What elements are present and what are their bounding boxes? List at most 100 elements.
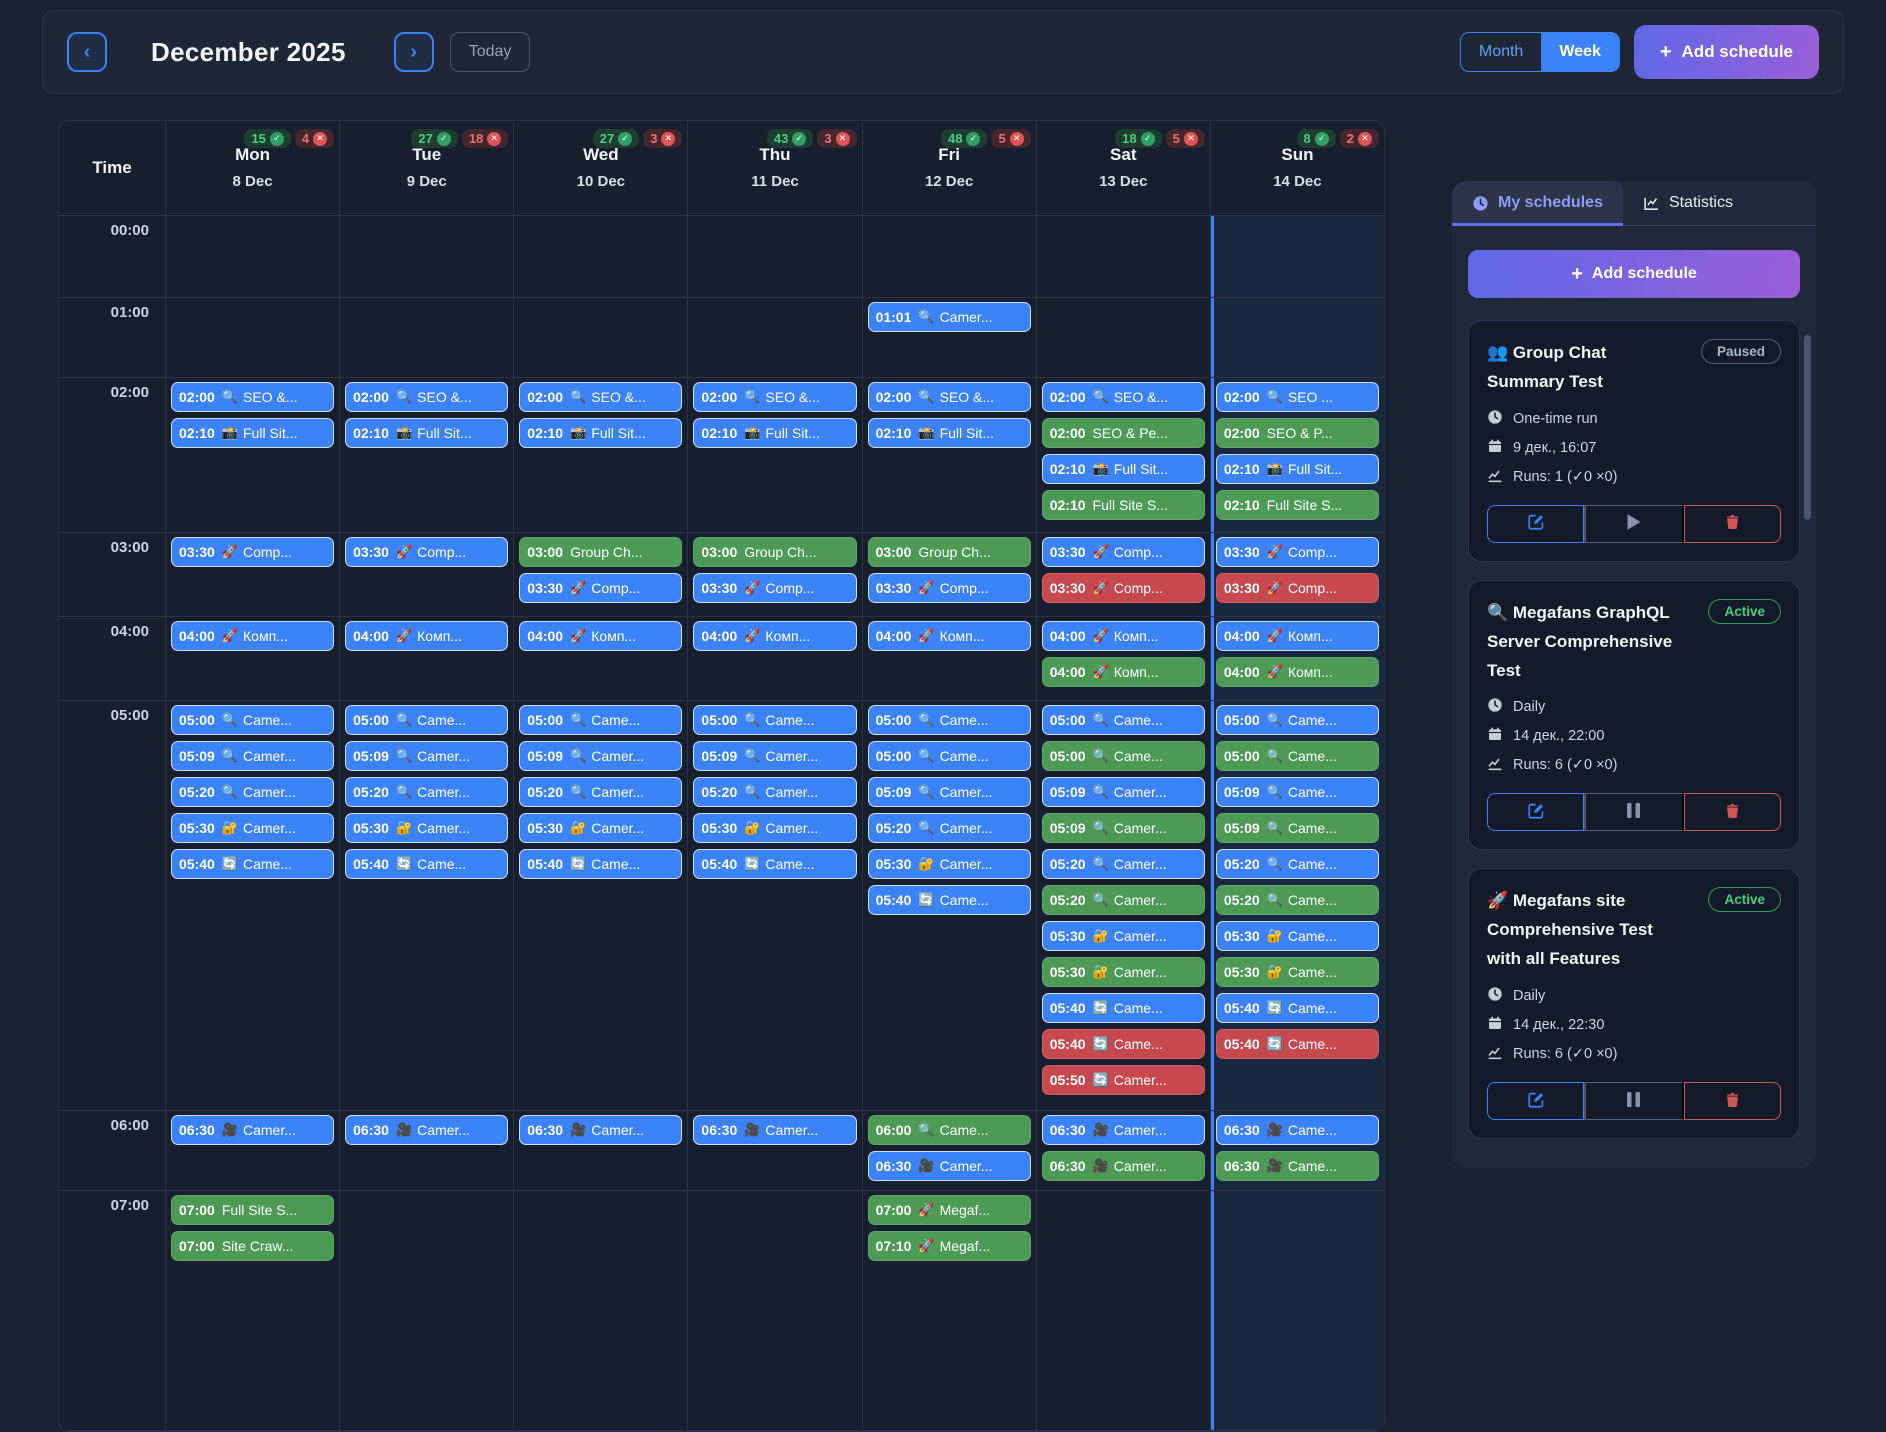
event-chip[interactable]: 04:00🚀Комп... [1042, 657, 1205, 687]
event-chip[interactable]: 03:30🚀Comp... [693, 573, 856, 603]
event-chip[interactable]: 03:30🚀Comp... [171, 537, 334, 567]
event-chip[interactable]: 06:30🎥Came... [1216, 1115, 1379, 1145]
event-chip[interactable]: 04:00🚀Комп... [171, 621, 334, 651]
event-chip[interactable]: 05:09🔍Camer... [345, 741, 508, 771]
day-cell[interactable] [862, 216, 1036, 297]
day-cell[interactable]: 04:00🚀Комп... [165, 617, 339, 700]
event-chip[interactable]: 03:30🚀Comp... [1042, 573, 1205, 603]
day-cell[interactable]: 05:00🔍Came...05:00🔍Came...05:09🔍Camer...… [1036, 701, 1210, 1110]
sidebar-scrollbar[interactable] [1804, 335, 1811, 520]
play-button[interactable] [1584, 505, 1683, 543]
event-chip[interactable]: 05:40🔄Came... [1042, 993, 1205, 1023]
event-chip[interactable]: 03:30🚀Comp... [1216, 573, 1379, 603]
event-chip[interactable]: 05:40🔄Came... [693, 849, 856, 879]
day-cell[interactable] [513, 216, 687, 297]
day-cell[interactable]: 03:30🚀Comp... 03:30🚀Comp... [1210, 533, 1384, 616]
event-chip[interactable]: 02:10📸Full Sit... [693, 418, 856, 448]
tab-my-schedules[interactable]: My schedules [1452, 181, 1623, 225]
delete-button[interactable] [1684, 505, 1781, 543]
event-chip[interactable]: 05:30🔐Camer... [693, 813, 856, 843]
event-chip[interactable]: 03:30🚀Comp... [1216, 537, 1379, 567]
event-chip[interactable]: 02:00🔍SEO ... [1216, 382, 1379, 412]
view-toggle-month[interactable]: Month [1461, 33, 1541, 71]
day-header-fri[interactable]: 48✓5✕Fri12 Dec [862, 121, 1036, 215]
event-chip[interactable]: 05:20🔍Came... [1216, 885, 1379, 915]
day-cell[interactable] [165, 216, 339, 297]
event-chip[interactable]: 07:00Full Site S... [171, 1195, 334, 1225]
event-chip[interactable]: 02:00🔍SEO &... [693, 382, 856, 412]
event-chip[interactable]: 06:00🔍Came... [868, 1115, 1031, 1145]
event-chip[interactable]: 04:00🚀Комп... [868, 621, 1031, 651]
event-chip[interactable]: 04:00🚀Комп... [345, 621, 508, 651]
event-chip[interactable]: 03:30🚀Comp... [345, 537, 508, 567]
event-chip[interactable]: 05:20🔍Camer... [345, 777, 508, 807]
event-chip[interactable]: 02:00🔍SEO &... [171, 382, 334, 412]
event-chip[interactable]: 05:30🔐Came... [1216, 957, 1379, 987]
event-chip[interactable]: 03:00Group Ch... [519, 537, 682, 567]
event-chip[interactable]: 02:10📸Full Sit... [345, 418, 508, 448]
tab-statistics[interactable]: Statistics [1623, 181, 1753, 225]
event-chip[interactable]: 02:00SEO & P... [1216, 418, 1379, 448]
event-chip[interactable]: 03:30🚀Comp... [868, 573, 1031, 603]
day-cell[interactable]: 06:30🎥Camer... [339, 1111, 513, 1190]
event-chip[interactable]: 06:30🎥Camer... [1042, 1115, 1205, 1145]
event-chip[interactable]: 05:00🔍Came... [519, 705, 682, 735]
event-chip[interactable]: 05:30🔐Camer... [868, 849, 1031, 879]
day-cell[interactable] [1210, 216, 1384, 297]
event-chip[interactable]: 07:10🚀Megaf... [868, 1231, 1031, 1261]
day-cell[interactable]: 05:00🔍Came...05:09🔍Camer...05:20🔍Camer..… [165, 701, 339, 1110]
event-chip[interactable]: 06:30🎥Camer... [868, 1151, 1031, 1181]
event-chip[interactable]: 05:00🔍Came... [868, 741, 1031, 771]
event-chip[interactable]: 02:00🔍SEO &... [345, 382, 508, 412]
event-chip[interactable]: 05:09🔍Camer... [1042, 813, 1205, 843]
day-cell[interactable]: 06:30🎥Camer... [513, 1111, 687, 1190]
event-chip[interactable]: 02:00🔍SEO &... [868, 382, 1031, 412]
day-cell[interactable]: 03:30🚀Comp... 03:30🚀Comp... [1036, 533, 1210, 616]
event-chip[interactable]: 02:10📸Full Sit... [519, 418, 682, 448]
day-cell[interactable]: 07:00Full Site S...07:00Site Craw... [165, 1191, 339, 1430]
event-chip[interactable]: 05:00🔍Came... [345, 705, 508, 735]
day-header-mon[interactable]: 15✓4✕Mon8 Dec [165, 121, 339, 215]
event-chip[interactable]: 05:40🔄Came... [868, 885, 1031, 915]
event-chip[interactable]: 05:20🔍Camer... [171, 777, 334, 807]
add-schedule-button[interactable]: + Add schedule [1634, 25, 1819, 79]
event-chip[interactable]: 04:00🚀Комп... [1042, 621, 1205, 651]
event-chip[interactable]: 02:10📸Full Sit... [1216, 454, 1379, 484]
day-cell[interactable] [1036, 298, 1210, 377]
day-cell[interactable] [165, 298, 339, 377]
day-cell[interactable]: 02:00🔍SEO &... 02:10📸Full Sit... [339, 378, 513, 532]
day-cell[interactable]: 04:00🚀Комп... [513, 617, 687, 700]
day-cell[interactable]: 02:00🔍SEO &... 02:10📸Full Sit... [687, 378, 861, 532]
day-cell[interactable]: 02:00🔍SEO &...02:10📸Full Sit... [862, 378, 1036, 532]
event-chip[interactable]: 05:20🔍Camer... [868, 813, 1031, 843]
event-chip[interactable]: 05:50🔄Camer... [1042, 1065, 1205, 1095]
event-chip[interactable]: 05:09🔍Camer... [693, 741, 856, 771]
event-chip[interactable]: 05:09🔍Came... [1216, 777, 1379, 807]
event-chip[interactable]: 05:20🔍Camer... [1042, 885, 1205, 915]
day-cell[interactable] [1036, 216, 1210, 297]
day-cell[interactable] [1036, 1191, 1210, 1430]
event-chip[interactable]: 03:30🚀Comp... [1042, 537, 1205, 567]
event-chip[interactable]: 05:30🔐Camer... [519, 813, 682, 843]
day-cell[interactable]: 02:00🔍SEO &... 02:10📸Full Sit... [165, 378, 339, 532]
event-chip[interactable]: 05:30🔐Camer... [1042, 921, 1205, 951]
event-chip[interactable]: 05:20🔍Camer... [519, 777, 682, 807]
event-chip[interactable]: 05:00🔍Came... [1216, 705, 1379, 735]
event-chip[interactable]: 05:09🔍Camer... [519, 741, 682, 771]
day-cell[interactable]: 06:30🎥Camer...06:30🎥Camer... [1036, 1111, 1210, 1190]
event-chip[interactable]: 02:10📸Full Sit... [171, 418, 334, 448]
event-chip[interactable]: 05:00🔍Came... [693, 705, 856, 735]
day-cell[interactable] [687, 1191, 861, 1430]
day-cell[interactable] [339, 1191, 513, 1430]
event-chip[interactable]: 02:00🔍SEO &... [1042, 382, 1205, 412]
day-header-tue[interactable]: 27✓18✕Tue9 Dec [339, 121, 513, 215]
day-cell[interactable]: 04:00🚀Комп... [687, 617, 861, 700]
prev-week-button[interactable]: ‹ [67, 32, 107, 72]
event-chip[interactable]: 05:30🔐Camer... [1042, 957, 1205, 987]
day-cell[interactable]: 05:00🔍Came...05:00🔍Came...05:09🔍Camer...… [862, 701, 1036, 1110]
event-chip[interactable]: 05:30🔐Camer... [345, 813, 508, 843]
day-cell[interactable]: 04:00🚀Комп...04:00🚀Комп... [1210, 617, 1384, 700]
event-chip[interactable]: 03:00Group Ch... [693, 537, 856, 567]
pause-button[interactable] [1584, 1082, 1683, 1120]
event-chip[interactable]: 05:09🔍Came... [1216, 813, 1379, 843]
